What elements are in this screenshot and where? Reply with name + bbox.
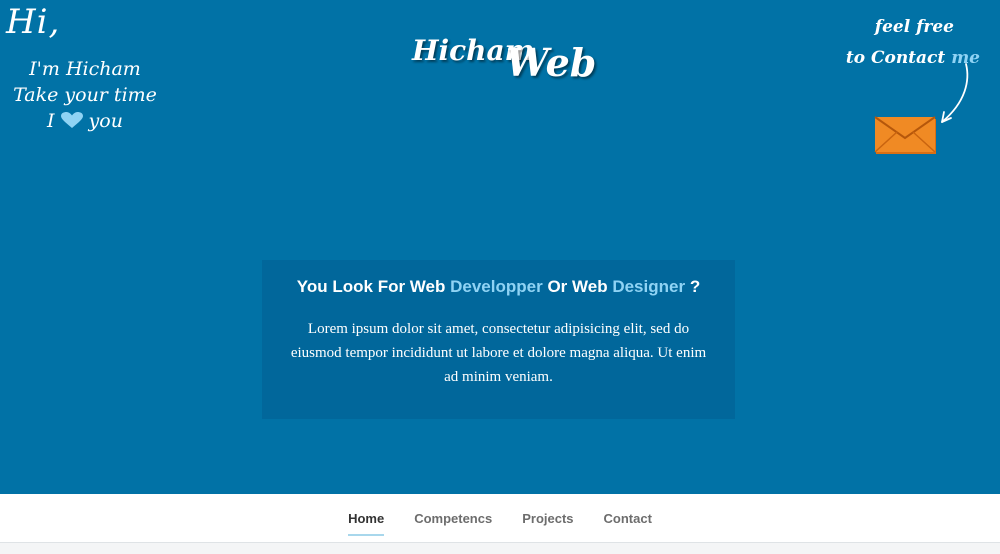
card-title-part-3: Or Web bbox=[547, 277, 608, 296]
nav-item-home[interactable]: Home bbox=[348, 509, 385, 536]
intro-card: You Look For Web Developper Or Web Desig… bbox=[262, 260, 735, 419]
nav-item-contact[interactable]: Contact bbox=[604, 509, 652, 528]
logo-text-web: Web bbox=[506, 40, 597, 85]
card-title-question-mark: ? bbox=[689, 277, 701, 296]
navbar: Home Competencs Projects Contact bbox=[0, 494, 1000, 543]
heart-icon bbox=[60, 109, 83, 128]
site-logo[interactable]: Hicham Web bbox=[410, 30, 596, 90]
card-title-developer: Developper bbox=[450, 277, 543, 296]
greeting-line-3-start: I bbox=[47, 110, 55, 132]
greeting-intro: I'm Hicham Take your time Iyou bbox=[0, 56, 170, 134]
page-bottom-strip bbox=[0, 543, 1000, 554]
nav-menu: Home Competencs Projects Contact bbox=[0, 494, 1000, 542]
nav-item-competencs[interactable]: Competencs bbox=[414, 509, 492, 528]
card-body: Lorem ipsum dolor sit amet, consectetur … bbox=[290, 321, 707, 385]
card-title-part-1: You Look For Web bbox=[296, 277, 446, 296]
nav-item-projects[interactable]: Projects bbox=[522, 509, 573, 528]
greeting-line-3: Iyou bbox=[0, 108, 170, 134]
contact-note-text: to Contact bbox=[845, 48, 946, 68]
contact-note-line-1: feel free bbox=[874, 17, 954, 37]
greeting-line-1: I'm Hicham bbox=[29, 58, 141, 80]
card-title: You Look For Web Developper Or Web Desig… bbox=[262, 277, 735, 297]
greeting-hi: Hi, bbox=[6, 2, 61, 42]
hero-section: Hi, I'm Hicham Take your time Iyou Hicha… bbox=[0, 0, 1000, 494]
greeting-line-3-end: you bbox=[88, 110, 123, 132]
card-title-designer: Designer bbox=[612, 277, 686, 296]
greeting-line-2: Take your time bbox=[13, 84, 157, 106]
envelope-icon[interactable] bbox=[873, 116, 939, 156]
